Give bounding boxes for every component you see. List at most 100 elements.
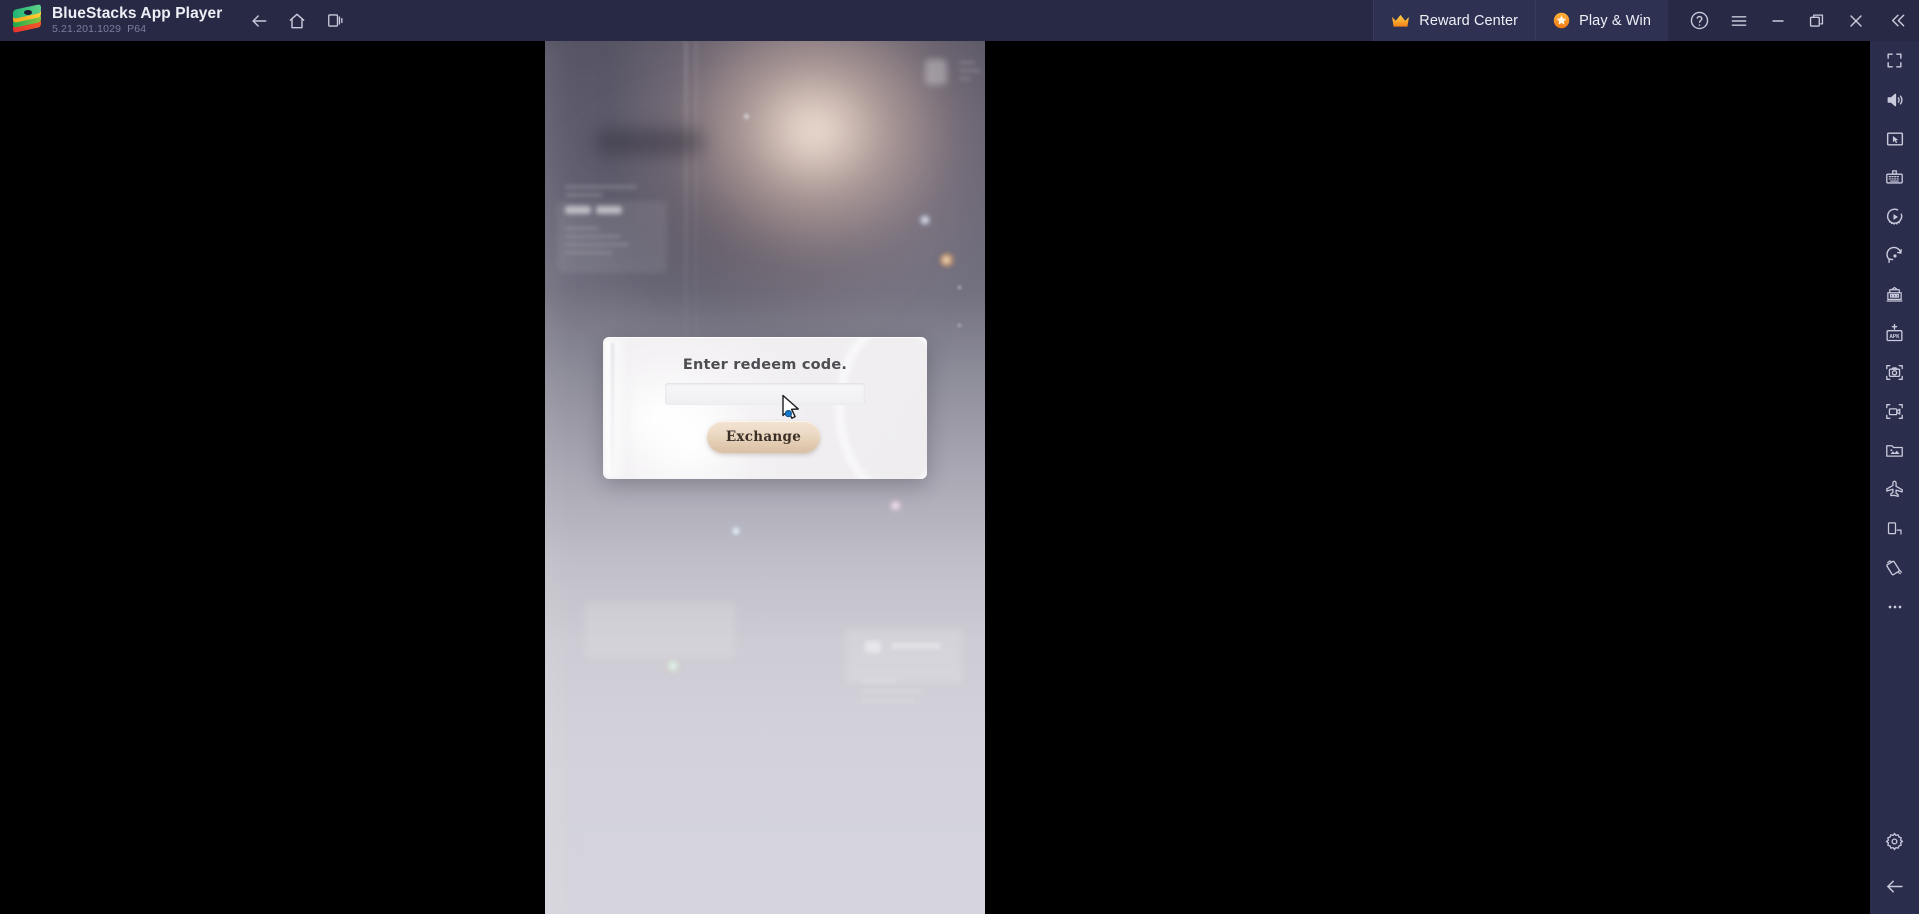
ghost-ui-line — [565, 235, 621, 238]
device-tilt-icon — [1887, 521, 1902, 535]
sparkle-particle — [957, 285, 962, 290]
media-gallery-icon — [1886, 445, 1903, 457]
maximize-button[interactable] — [1797, 0, 1836, 41]
sparkle-particle — [889, 499, 902, 512]
crown-icon — [1391, 13, 1410, 28]
bluestacks-window: BlueStacks App Player 5.21.201.1029 P64 — [0, 0, 1919, 914]
sidebar-back[interactable] — [1870, 867, 1919, 906]
ghost-ui-panel — [925, 59, 947, 85]
background-warm-glow — [625, 41, 985, 341]
sidebar-tilt-device[interactable] — [1870, 509, 1919, 548]
close-button[interactable] — [1836, 0, 1875, 41]
exchange-button[interactable]: Exchange — [707, 421, 820, 453]
page-title: BlueStacks App Player — [52, 5, 223, 22]
ghost-ui-panel — [585, 601, 735, 659]
play-and-win-button[interactable]: Play & Win — [1535, 0, 1668, 41]
app-version: 5.21.201.1029 P64 — [52, 23, 222, 36]
question-circle-icon — [1690, 11, 1709, 30]
ghost-ui-panel — [845, 629, 963, 683]
restore-window-icon — [1809, 14, 1824, 27]
redeem-code-input[interactable] — [665, 383, 865, 405]
recents-button[interactable] — [316, 0, 354, 41]
ghost-ui-line — [861, 699, 915, 703]
sidebar-rotate[interactable] — [1870, 236, 1919, 275]
close-x-icon — [1849, 14, 1862, 27]
menu-button[interactable] — [1719, 0, 1758, 41]
dialog-title: Enter redeem code. — [682, 357, 848, 373]
ghost-ui-line — [959, 61, 975, 64]
sidebar-media-manager[interactable] — [1870, 431, 1919, 470]
sidebar-settings[interactable] — [1870, 822, 1919, 861]
multi-instance-icon — [1886, 286, 1903, 302]
sidebar-record-screen[interactable] — [1870, 392, 1919, 431]
rotate-orbit-icon — [1885, 246, 1902, 263]
ghost-ui-line — [565, 185, 637, 189]
title-bar: BlueStacks App Player 5.21.201.1029 P64 — [0, 0, 1919, 41]
sparkle-particle — [940, 253, 956, 267]
bluestacks-logo-icon — [13, 3, 41, 35]
help-button[interactable] — [1680, 0, 1719, 41]
apk-install-icon: APK — [1886, 323, 1903, 342]
sidebar-eco-mode[interactable] — [1870, 470, 1919, 509]
gear-icon — [1885, 832, 1904, 851]
airplane-icon — [1886, 480, 1903, 498]
play-circle-dashed-icon — [1886, 208, 1902, 225]
sidebar-more[interactable] — [1870, 587, 1919, 626]
home-button[interactable] — [278, 0, 316, 41]
minimize-icon — [1771, 19, 1784, 22]
sidebar-macro-recorder[interactable] — [1870, 197, 1919, 236]
ghost-ui-chip — [596, 206, 622, 214]
arrow-left-icon — [252, 14, 267, 27]
ghost-ui-line — [861, 679, 897, 683]
back-button[interactable] — [240, 0, 278, 41]
reward-center-label: Reward Center — [1419, 12, 1519, 29]
sidebar-volume[interactable] — [1870, 80, 1919, 119]
sparkle-particle — [743, 113, 750, 120]
sidebar-screenshot[interactable] — [1870, 353, 1919, 392]
shake-device-icon — [1886, 560, 1903, 576]
volume-speaker-icon — [1887, 93, 1903, 106]
sparkle-particle — [919, 214, 931, 226]
build-tag: P64 — [127, 23, 147, 35]
redeem-code-dialog: Enter redeem code. Exchange — [603, 337, 927, 479]
sparkle-particle — [731, 526, 741, 536]
right-sidebar: APK — [1870, 41, 1919, 914]
ghost-ui-chip — [565, 206, 591, 214]
arrow-left-icon — [1887, 880, 1903, 893]
sidebar-game-controls[interactable] — [1870, 119, 1919, 158]
ellipsis-icon — [1888, 605, 1901, 608]
reward-center-button[interactable]: Reward Center — [1373, 0, 1536, 41]
recent-apps-icon — [327, 14, 343, 27]
background-left-streak — [545, 41, 573, 914]
collapse-sidebar-button[interactable] — [1875, 0, 1919, 41]
app-title-block: BlueStacks App Player 5.21.201.1029 P64 — [52, 5, 222, 36]
sidebar-multi-instance[interactable] — [1870, 275, 1919, 314]
ghost-ui-line — [891, 643, 941, 649]
sidebar-fullscreen[interactable] — [1870, 41, 1919, 80]
svg-text:APK: APK — [1889, 334, 1900, 340]
sidebar-shake[interactable] — [1870, 548, 1919, 587]
ghost-ui-line — [565, 227, 599, 230]
ghost-ui-line — [565, 243, 629, 246]
orange-gem-icon — [1553, 12, 1570, 29]
camera-screenshot-icon — [1886, 365, 1903, 380]
play-and-win-label: Play & Win — [1579, 12, 1651, 29]
cursor-in-frame-icon — [1886, 131, 1903, 146]
sparkle-particle — [957, 323, 962, 328]
home-icon — [290, 13, 305, 28]
hamburger-menu-icon — [1731, 15, 1746, 26]
ghost-ui-chip — [865, 641, 881, 653]
fullscreen-icon — [1887, 53, 1902, 68]
ghost-ui-line — [959, 77, 971, 80]
ghost-ui-line — [959, 69, 981, 72]
version-number: 5.21.201.1029 — [52, 23, 122, 35]
android-game-screen[interactable]: Enter redeem code. Exchange — [545, 41, 985, 914]
sidebar-keyboard-controls[interactable] — [1870, 158, 1919, 197]
minimize-button[interactable] — [1758, 0, 1797, 41]
background-dark-bar — [595, 129, 703, 155]
sidebar-install-apk[interactable]: APK — [1870, 314, 1919, 353]
keyboard-icon — [1886, 170, 1903, 184]
double-chevron-left-icon — [1891, 14, 1904, 27]
sparkle-particle — [665, 658, 681, 674]
ghost-ui-line — [565, 193, 603, 197]
